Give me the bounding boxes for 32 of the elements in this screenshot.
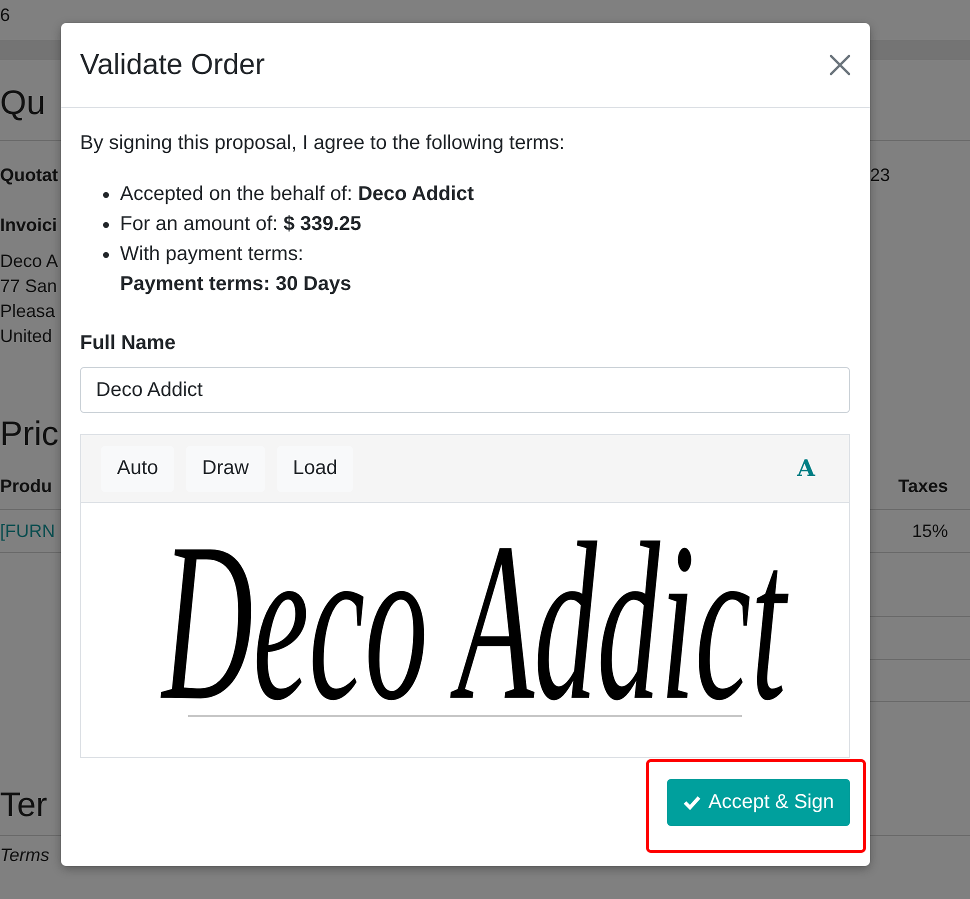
page-text: 6 — [0, 4, 12, 27]
term-text: Accepted on the behalf of: Deco Addict — [120, 182, 474, 207]
bullet-icon — [103, 222, 109, 228]
address-line: United — [0, 325, 54, 348]
table-cell: 15% — [912, 521, 948, 541]
value-text: 23 — [870, 164, 892, 187]
close-icon[interactable] — [829, 54, 851, 76]
bullet-icon — [103, 192, 109, 198]
term-text: With payment terms: Payment terms: 30 Days — [120, 242, 352, 297]
section-heading: Ter — [0, 785, 48, 826]
full-name-field[interactable]: Deco Addict — [80, 367, 850, 413]
field-label: Full Name — [80, 331, 177, 356]
column-header: Produ — [0, 476, 52, 496]
column-header: Taxes — [898, 476, 948, 496]
section-heading: Qu — [0, 83, 46, 124]
dialog-title: Validate Order — [80, 48, 265, 83]
bullet-icon — [103, 252, 109, 258]
mode-button[interactable]: Load — [276, 446, 354, 492]
mode-button[interactable]: Draw — [186, 446, 265, 492]
term-text: For an amount of: $ 339.25 — [120, 212, 362, 237]
signature-text: Deco Addict — [162, 538, 786, 710]
intro-text: By signing this proposal, I agree to the following terms: — [80, 131, 566, 156]
terms-text: Terms — [0, 844, 50, 867]
section-heading: Pric — [0, 414, 60, 455]
mode-button[interactable]: Auto — [101, 446, 174, 492]
font-button[interactable]: A — [791, 454, 821, 484]
address-line: 77 San — [0, 275, 58, 298]
check-icon — [683, 795, 702, 810]
field-label: Quotat — [0, 164, 59, 187]
address-line: Pleasa — [0, 300, 56, 323]
field-label: Invoici — [0, 214, 58, 237]
address-line: Deco A — [0, 250, 60, 273]
